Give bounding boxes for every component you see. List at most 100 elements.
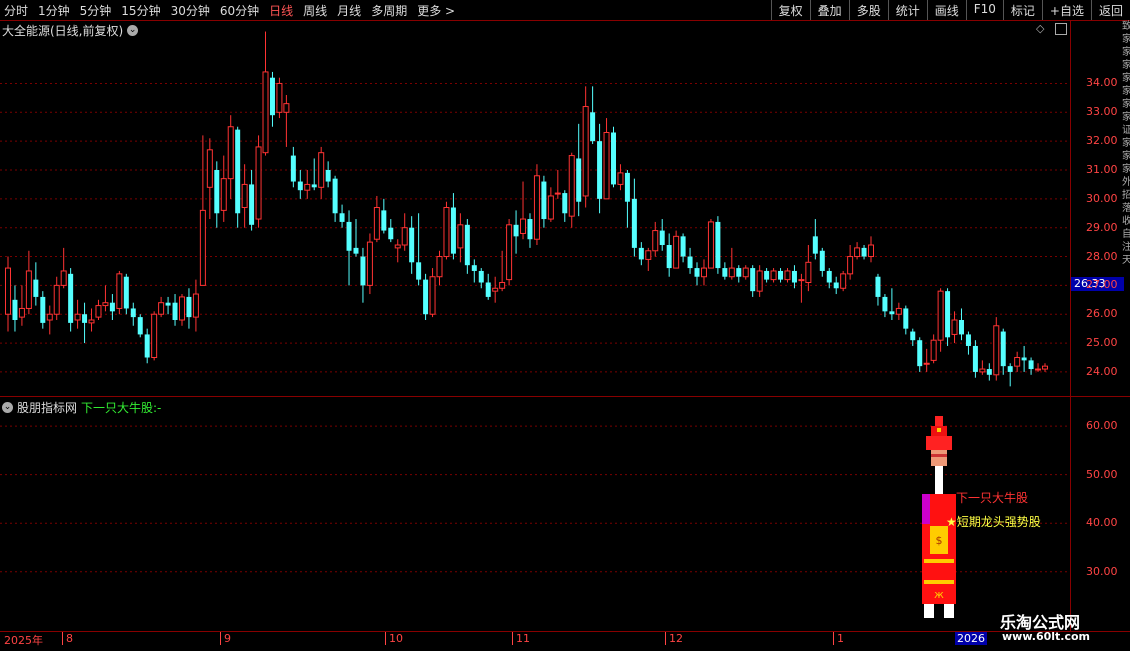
candle[interactable] <box>492 276 499 303</box>
candle[interactable] <box>715 216 721 274</box>
toolbar-button[interactable]: 多股 <box>848 0 888 20</box>
candle[interactable] <box>617 164 624 191</box>
candle[interactable] <box>895 302 902 320</box>
timeframe-tab[interactable]: 日线 <box>269 2 293 19</box>
candle[interactable] <box>276 77 283 119</box>
candle[interactable] <box>255 135 262 228</box>
candle[interactable] <box>847 245 854 280</box>
timeframe-tab[interactable]: 月线 <box>337 2 361 19</box>
candle[interactable] <box>443 201 450 260</box>
candle[interactable] <box>590 86 596 145</box>
candle[interactable] <box>471 259 477 283</box>
candle[interactable] <box>784 268 791 283</box>
candle[interactable] <box>199 135 206 286</box>
candle[interactable] <box>165 296 171 315</box>
candle[interactable] <box>409 216 415 274</box>
candle[interactable] <box>576 123 582 217</box>
candle[interactable] <box>158 296 165 318</box>
candle[interactable] <box>582 86 589 208</box>
timeframe-tab[interactable]: 分时 <box>4 2 28 19</box>
candle[interactable] <box>527 213 533 248</box>
candle[interactable] <box>464 219 470 274</box>
candle[interactable] <box>652 221 659 257</box>
candle[interactable] <box>700 259 707 286</box>
candle[interactable] <box>123 273 129 315</box>
candle[interactable] <box>12 285 18 332</box>
candle[interactable] <box>673 230 680 269</box>
candle[interactable] <box>889 288 895 320</box>
timeframe-tab[interactable]: 15分钟 <box>121 2 160 19</box>
candle[interactable] <box>1000 328 1006 375</box>
candle[interactable] <box>178 294 185 326</box>
candle[interactable] <box>659 219 665 251</box>
candle[interactable] <box>979 360 986 375</box>
candle[interactable] <box>1007 363 1013 387</box>
candle[interactable] <box>262 31 269 156</box>
candle[interactable] <box>172 294 178 326</box>
candle[interactable] <box>631 178 637 257</box>
candle[interactable] <box>227 115 234 199</box>
candle[interactable] <box>88 308 95 332</box>
candle[interactable] <box>186 288 192 329</box>
candle[interactable] <box>778 268 784 283</box>
candle[interactable] <box>533 164 540 245</box>
candle[interactable] <box>53 276 60 320</box>
candle[interactable] <box>325 161 331 188</box>
candle[interactable] <box>416 213 422 286</box>
candle[interactable] <box>965 331 971 355</box>
candle[interactable] <box>1042 363 1048 372</box>
candle[interactable] <box>311 158 317 191</box>
candle[interactable] <box>770 268 777 283</box>
timeframe-tab[interactable]: 多周期 <box>371 2 407 19</box>
candle[interactable] <box>520 181 527 240</box>
candle[interactable] <box>728 247 735 280</box>
candle[interactable] <box>346 210 352 286</box>
candle[interactable] <box>40 291 46 329</box>
candle[interactable] <box>220 155 227 222</box>
candle[interactable] <box>666 233 672 277</box>
candle[interactable] <box>478 268 484 289</box>
candle[interactable] <box>332 175 338 222</box>
candle[interactable] <box>840 270 847 292</box>
candle[interactable] <box>736 265 742 283</box>
candle[interactable] <box>819 247 825 277</box>
timeframe-tab[interactable]: 5分钟 <box>80 2 112 19</box>
candle[interactable] <box>5 256 11 332</box>
candle[interactable] <box>151 311 158 361</box>
candle[interactable] <box>742 265 749 280</box>
candle[interactable] <box>18 285 25 326</box>
candle[interactable] <box>318 146 325 199</box>
candle[interactable] <box>882 294 888 318</box>
candle[interactable] <box>46 305 53 335</box>
candle[interactable] <box>401 213 408 251</box>
candle[interactable] <box>610 126 616 188</box>
candle[interactable] <box>854 242 861 260</box>
candle[interactable] <box>283 95 290 147</box>
candle[interactable] <box>680 233 686 263</box>
candle[interactable] <box>297 170 303 199</box>
candle[interactable] <box>798 273 805 303</box>
candle[interactable] <box>116 270 123 315</box>
candle[interactable] <box>917 337 923 372</box>
candle[interactable] <box>381 198 387 234</box>
candle[interactable] <box>1035 363 1042 372</box>
candle[interactable] <box>394 239 401 263</box>
candle[interactable] <box>638 242 644 266</box>
candle[interactable] <box>923 348 930 372</box>
candle[interactable] <box>74 299 81 329</box>
candle[interactable] <box>450 193 456 260</box>
candle[interactable] <box>694 262 700 286</box>
candle[interactable] <box>429 268 436 318</box>
candle[interactable] <box>241 164 248 228</box>
timeframe-tab[interactable]: 30分钟 <box>171 2 210 19</box>
candle[interactable] <box>1021 345 1027 372</box>
candle[interactable] <box>861 245 867 260</box>
candle[interactable] <box>972 340 978 378</box>
candle[interactable] <box>951 311 958 344</box>
timeframe-tab[interactable]: 1分钟 <box>38 2 70 19</box>
candle[interactable] <box>269 71 275 127</box>
candle[interactable] <box>750 265 756 297</box>
chevron-down-icon[interactable]: ⌄ <box>2 402 13 413</box>
candle[interactable] <box>541 175 547 228</box>
toolbar-button[interactable]: 画线 <box>926 0 966 20</box>
